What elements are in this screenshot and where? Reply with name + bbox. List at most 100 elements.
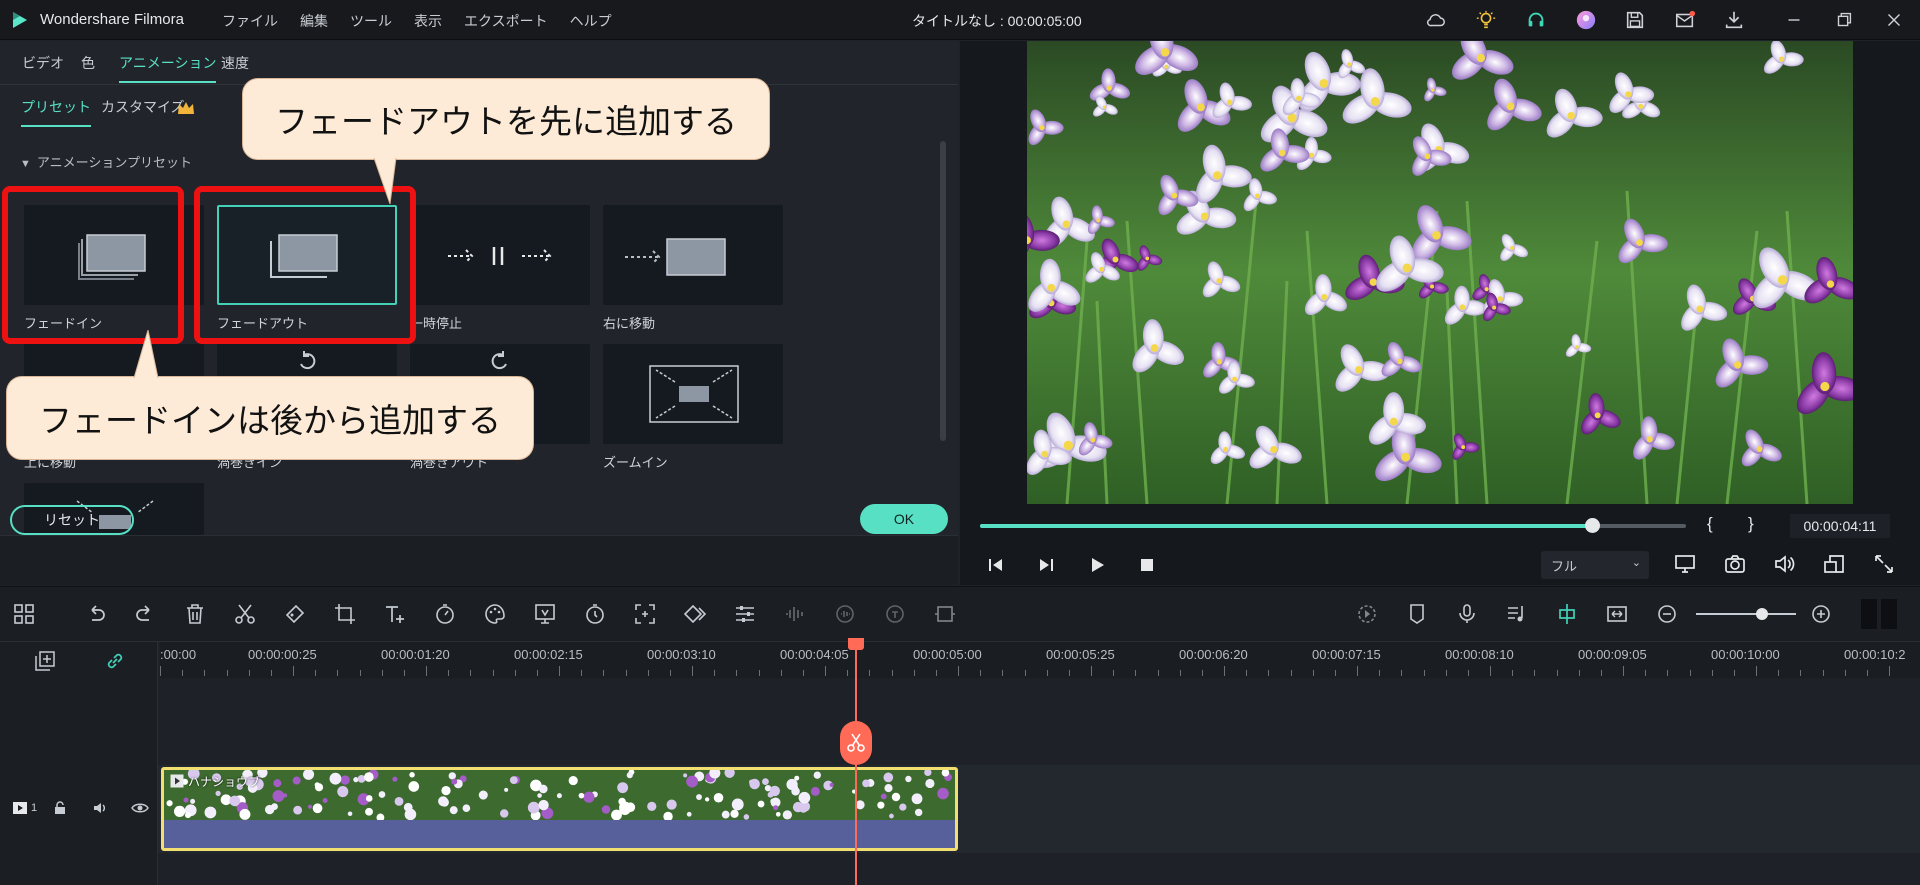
panel-toggle-left[interactable]	[1861, 599, 1877, 629]
tab-preset[interactable]: プリセット	[21, 97, 91, 127]
text-add-icon[interactable]	[383, 602, 407, 626]
prev-frame-icon[interactable]	[987, 556, 1005, 574]
zoom-out-icon[interactable]	[1655, 602, 1679, 626]
presets-header[interactable]: ▼ アニメーションプリセット	[20, 152, 192, 171]
menu-export[interactable]: エクスポート	[464, 11, 548, 31]
speed-icon[interactable]	[433, 602, 457, 626]
menu-file[interactable]: ファイル	[222, 11, 278, 31]
layout-icon[interactable]	[12, 602, 36, 626]
close-icon[interactable]	[1882, 8, 1906, 32]
delete-icon[interactable]	[183, 602, 207, 626]
callout-fade-out-text: フェードアウトを先に追加する	[275, 102, 737, 141]
preset-move-right[interactable]	[603, 205, 783, 305]
mute-icon[interactable]	[92, 800, 108, 816]
app-name: Wondershare Filmora	[40, 11, 184, 28]
preset-label-zoom-in: ズームイン	[603, 455, 668, 470]
avatar-icon[interactable]	[1574, 8, 1598, 32]
timeline-ruler[interactable]: :00:00 00:00:00:25 00:00:01:20 00:00:02:15 0…	[160, 642, 1920, 678]
download-icon[interactable]	[1722, 8, 1746, 32]
rotate-icon	[300, 351, 316, 370]
zoom-in-icon[interactable]	[1809, 602, 1833, 626]
quality-select[interactable]: フル ⌄	[1541, 551, 1649, 579]
speech-to-text-icon[interactable]	[883, 602, 907, 626]
tab-video[interactable]: ビデオ	[22, 53, 64, 73]
music-list-icon[interactable]	[1505, 602, 1529, 626]
mark-out-button[interactable]: }	[1748, 514, 1754, 534]
undo-icon[interactable]	[84, 602, 108, 626]
ruler-tick	[1711, 670, 1713, 676]
timer-icon[interactable]	[583, 602, 607, 626]
zoom-slider[interactable]	[1696, 613, 1796, 615]
play-icon[interactable]	[1088, 556, 1106, 574]
minimize-icon[interactable]	[1782, 8, 1806, 32]
panel-toggle-right[interactable]	[1881, 599, 1897, 629]
clip-flower-dot	[509, 776, 518, 785]
keyframe-icon[interactable]	[683, 602, 707, 626]
next-frame-icon[interactable]	[1037, 556, 1055, 574]
clip-flower-dot	[229, 795, 241, 807]
ruler-tick	[1246, 670, 1248, 676]
ok-button[interactable]: OK	[860, 504, 948, 534]
mark-in-button[interactable]: {	[1707, 514, 1713, 534]
preset-zoom-in[interactable]	[603, 344, 783, 444]
ruler-tick	[1889, 666, 1890, 676]
aspect-ratio-icon[interactable]	[1822, 552, 1846, 576]
motion-tracking-icon[interactable]	[633, 602, 657, 626]
tab-speed[interactable]: 速度	[221, 53, 249, 73]
volume-icon[interactable]	[1772, 552, 1796, 576]
lock-icon[interactable]	[52, 800, 68, 816]
save-icon[interactable]	[1623, 8, 1647, 32]
crop-icon[interactable]	[333, 602, 357, 626]
audio-adjust-icon[interactable]	[733, 602, 757, 626]
scrubber-handle[interactable]	[1585, 518, 1600, 533]
green-screen-icon[interactable]	[533, 602, 557, 626]
snapshot-icon[interactable]	[1723, 552, 1747, 576]
render-icon[interactable]	[1355, 602, 1379, 626]
cloud-icon[interactable]	[1424, 8, 1448, 32]
redo-icon[interactable]	[133, 602, 157, 626]
render-preview-icon[interactable]	[1673, 552, 1697, 576]
playhead-handle[interactable]	[848, 638, 864, 650]
ruler-tick	[1534, 670, 1536, 676]
scissors-icon[interactable]	[233, 602, 257, 626]
tag-icon[interactable]	[283, 602, 307, 626]
stop-icon[interactable]	[1138, 556, 1156, 574]
ruler-label: 00:00:09:05	[1578, 647, 1647, 662]
menu-view[interactable]: 表示	[414, 11, 442, 31]
microphone-icon[interactable]	[1455, 602, 1479, 626]
tab-animation[interactable]: アニメーション	[119, 53, 217, 83]
split-scissors-button[interactable]	[840, 721, 872, 765]
snap-icon[interactable]	[1555, 602, 1579, 626]
tab-color[interactable]: 色	[81, 53, 95, 73]
video-clip[interactable]: ハナショウブ	[161, 767, 958, 851]
fullscreen-icon[interactable]	[1872, 552, 1896, 576]
link-icon[interactable]	[104, 650, 126, 672]
clip-flower-dot	[271, 803, 278, 810]
presets-scrollbar[interactable]	[940, 141, 946, 441]
color-palette-icon[interactable]	[483, 602, 507, 626]
scene-detect-icon[interactable]	[933, 602, 957, 626]
clip-flower-dot	[743, 814, 750, 820]
headset-icon[interactable]	[1524, 8, 1548, 32]
audio-denoise-icon[interactable]	[833, 602, 857, 626]
restore-icon[interactable]	[1832, 8, 1856, 32]
marker-icon[interactable]	[1405, 602, 1429, 626]
reset-button[interactable]: リセット	[10, 505, 134, 535]
clip-flower-dot	[786, 778, 798, 791]
fit-timeline-icon[interactable]	[1605, 602, 1629, 626]
mail-icon[interactable]	[1673, 8, 1697, 32]
menu-tools[interactable]: ツール	[350, 11, 392, 31]
clip-flower-dot	[877, 801, 885, 809]
ruler-tick	[958, 666, 959, 676]
menu-help[interactable]: ヘルプ	[570, 11, 612, 31]
tab-customize[interactable]: カスタマイズ	[101, 97, 185, 117]
zoom-slider-handle[interactable]	[1756, 608, 1768, 620]
ruler-tick	[1800, 670, 1802, 676]
preset-pause[interactable]	[410, 205, 590, 305]
ruler-tick	[182, 670, 184, 676]
menu-edit[interactable]: 編集	[300, 11, 328, 31]
add-track-icon[interactable]	[34, 650, 56, 672]
bulb-icon[interactable]	[1474, 8, 1498, 32]
waveform-icon[interactable]	[783, 602, 807, 626]
eye-icon[interactable]	[131, 800, 149, 816]
